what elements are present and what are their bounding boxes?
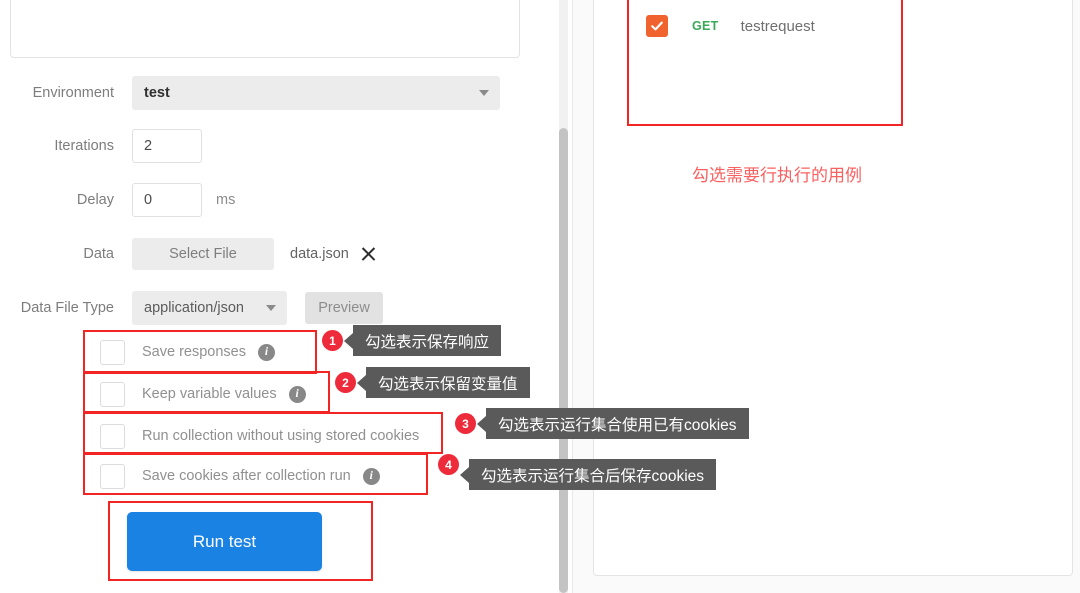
data-label: Data [83,246,114,262]
delay-unit-label: ms [216,192,236,208]
iterations-input[interactable]: 2 [132,129,202,163]
environment-row: Environment test [0,76,556,110]
save-cookies-after-run-checkbox[interactable] [100,463,125,489]
annotation-tooltip-4: 勾选表示运行集合后保存cookies [469,459,717,490]
data-row: Data Select File data.json [0,237,556,271]
iterations-field: 2 [132,129,202,163]
panel-scrollbar-thumb[interactable] [559,128,568,593]
iterations-row: Iterations 2 [0,129,556,163]
environment-value: test [144,85,170,101]
keep-variable-values-checkbox[interactable] [100,381,125,407]
request-name-label: testrequest [740,17,815,35]
preview-button[interactable]: Preview [305,292,383,324]
delay-input[interactable]: 0 [132,183,202,217]
run-without-stored-cookies-checkbox[interactable] [100,423,125,449]
annotation-tooltip-1: 勾选表示保存响应 [353,325,502,356]
environment-select[interactable]: test [132,76,500,110]
chevron-down-icon [266,305,276,311]
run-without-stored-cookies-label: Run collection without using stored cook… [142,428,420,444]
environment-label: Environment [32,85,114,101]
data-file-type-select[interactable]: application/json [132,291,287,325]
data-file-type-row: Data File Type application/json Preview [0,291,556,325]
request-method-badge: GET [692,19,719,33]
info-circle-icon[interactable]: i [362,467,380,485]
annotation-tooltip-2: 勾选表示保留变量值 [366,367,530,398]
iterations-label: Iterations [54,138,114,154]
info-circle-icon[interactable]: i [257,343,275,361]
info-circle-icon[interactable]: i [288,385,306,403]
data-file-type-field: application/json Preview [132,291,383,325]
annotation-tooltip-3: 勾选表示运行集合使用已有cookies [486,408,749,439]
save-cookies-after-run-label: Save cookies after collection run [142,468,351,484]
request-checkbox[interactable] [646,15,668,37]
keep-variable-values-label: Keep variable values [142,386,277,402]
data-file-type-value: application/json [144,300,244,316]
annotation-note-request-list: 勾选需要行执行的用例 [692,166,862,185]
select-file-button[interactable]: Select File [132,238,274,270]
annotation-badge-1: 1 [322,330,343,351]
annotation-badge-2: 2 [335,372,356,393]
save-responses-label: Save responses [142,344,246,360]
requests-list-panel: GET testrequest 勾选需要行执行的用例 [573,0,1080,593]
annotation-badge-4: 4 [438,454,459,475]
request-list-item[interactable]: GET testrequest [646,15,815,37]
data-file-type-label: Data File Type [20,300,114,316]
collection-info-box [10,0,520,58]
delay-row: Delay 0 ms [0,183,556,217]
delay-field: 0 ms [132,183,235,217]
chevron-down-icon [479,90,489,96]
save-cookies-after-run-row[interactable]: Save cookies after collection run i [100,459,380,493]
data-filename: data.json [290,246,349,262]
data-field: Select File data.json [132,238,377,270]
runner-settings-panel: Environment test Iterations 2 Delay 0 ms [0,0,573,593]
save-responses-checkbox[interactable] [100,339,125,365]
close-x-icon[interactable] [359,245,377,263]
keep-variable-values-row[interactable]: Keep variable values i [100,377,306,411]
runner-configuration-screen: Environment test Iterations 2 Delay 0 ms [0,0,1080,593]
checkmark-icon [651,21,663,31]
save-responses-row[interactable]: Save responses i [100,335,275,369]
environment-field: test [132,76,500,110]
annotation-badge-3: 3 [455,413,476,434]
delay-label: Delay [76,192,114,208]
run-test-button[interactable]: Run test [127,512,322,571]
run-without-stored-cookies-row[interactable]: Run collection without using stored cook… [100,419,419,453]
